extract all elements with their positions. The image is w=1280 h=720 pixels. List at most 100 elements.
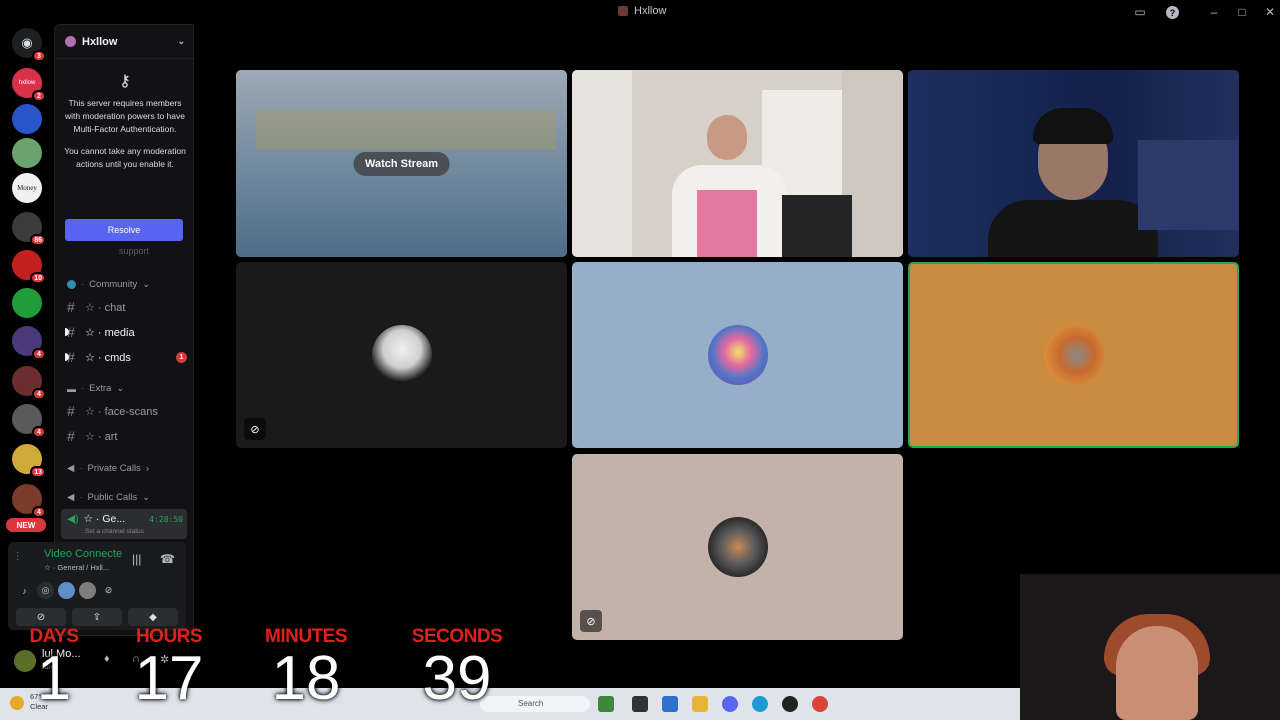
video-tile-1[interactable] [572, 70, 903, 257]
server-rail: ◉ 3 hxllow 2 Money 86 10 4 4 4 13 4 NEW [0, 24, 54, 544]
home-discord-icon[interactable]: ◉ 3 [12, 28, 46, 62]
store-icon[interactable] [662, 696, 678, 712]
channel-art[interactable]: # ☆ · art [67, 426, 191, 446]
voice-channel-general[interactable]: ◀) ☆ · Ge... 4:28:50 Set a channel statu… [61, 509, 187, 539]
task-view-icon[interactable] [632, 696, 648, 712]
category-extra[interactable]: ▬ · Extra ⌄ [67, 383, 124, 394]
server-folder-1[interactable]: 4 [12, 326, 46, 360]
category-private-calls[interactable]: ◀ · Private Calls › [67, 463, 149, 474]
server-boost-icon [65, 36, 76, 47]
camera-button[interactable]: ⊘ [16, 608, 66, 626]
server-name: Hxllow [82, 35, 118, 48]
bag [782, 195, 852, 257]
activity-icon[interactable]: ◎ [37, 582, 54, 599]
person-head [707, 115, 747, 160]
widget-icon[interactable] [598, 696, 614, 712]
channel-cmds[interactable]: # ☆ · cmds 1 [65, 347, 191, 367]
inbox-icon[interactable]: ▭ [1132, 4, 1148, 20]
server-folder-3[interactable]: 4 [12, 404, 46, 438]
discord-taskbar-icon[interactable] [722, 696, 738, 712]
avatar [1043, 325, 1104, 385]
server-icon-dark[interactable]: 86 [12, 212, 46, 246]
camera-off-icon: ⊘ [580, 610, 602, 632]
category-public-calls[interactable]: ◀ · Public Calls ⌄ [67, 492, 150, 503]
avatar [707, 325, 768, 385]
category-label: Private Calls [87, 463, 141, 474]
server-folder-4[interactable]: 13 [12, 444, 46, 478]
watch-stream-button[interactable]: Watch Stream [353, 151, 450, 176]
app-icon[interactable] [79, 582, 96, 599]
channel-name: ☆ · cmds [85, 351, 131, 364]
channel-status[interactable]: Set a channel status [85, 528, 144, 535]
activity-row: ♪ ◎ ⊘ [16, 582, 117, 599]
server-icon-green[interactable] [12, 288, 42, 318]
noise-suppression-icon[interactable]: ||| [132, 552, 141, 566]
server-badge: 10 [30, 272, 46, 284]
resolve-button[interactable]: Resolve [65, 219, 183, 241]
maximize-button[interactable]: □ [1234, 4, 1250, 20]
participant-tile-1[interactable]: ⊘ [236, 262, 567, 448]
camera-off-icon: ⊘ [244, 418, 266, 440]
category-community[interactable]: · Community ⌄ [67, 279, 150, 290]
channel-face-scans[interactable]: # ☆ · face-scans [67, 401, 191, 421]
channel-name: ☆ · media [85, 326, 135, 339]
hours-value: 17 [134, 644, 204, 713]
chrome-icon[interactable] [812, 696, 828, 712]
participant-tile-2[interactable] [572, 262, 903, 448]
stream-preview-detail [256, 110, 556, 150]
category-label: Public Calls [87, 492, 138, 503]
server-icon-blue[interactable] [12, 104, 42, 134]
server-icon-nature[interactable] [12, 138, 42, 168]
speaker-icon: ◀ [67, 492, 75, 503]
close-button[interactable]: ✕ [1262, 4, 1278, 20]
mfa-notice: ⚷ This server requires members with mode… [63, 65, 187, 245]
stream-tile[interactable]: Watch Stream [236, 70, 567, 257]
webcam-face [1116, 626, 1198, 720]
channel-partial[interactable]: support [67, 245, 191, 257]
server-badge: 4 [32, 348, 46, 360]
edge-icon[interactable] [752, 696, 768, 712]
new-badge[interactable]: NEW [6, 518, 46, 532]
countdown-overlay: DAYS 1 HOURS 17 MINUTES 18 SECONDS 39 [0, 626, 530, 720]
dot-icon: · [79, 492, 83, 503]
voice-status-subtitle[interactable]: ☆ · General / Hxll... [44, 563, 109, 572]
avatar [371, 325, 432, 385]
category-label: Community [89, 279, 138, 290]
countdown-days: DAYS 1 [24, 626, 84, 713]
minimize-button[interactable]: – [1206, 4, 1222, 20]
participant-tile-3[interactable]: ⊘ [572, 454, 903, 640]
server-icon-hxllow[interactable]: hxllow 2 [12, 68, 46, 102]
participant-tile-speaking[interactable] [908, 262, 1239, 448]
channel-chat[interactable]: # ☆ · chat [67, 297, 191, 317]
voice-channel-name: ☆ · Ge... [83, 513, 126, 525]
voice-connected-panel: ⫶ Video Connecte ☆ · General / Hxll... |… [8, 542, 186, 630]
app-taskbar-icon[interactable] [782, 696, 798, 712]
disconnect-icon[interactable]: ☎ [160, 552, 175, 566]
server-folder-5[interactable]: 4 [12, 484, 46, 518]
soundboard-icon[interactable]: ♪ [16, 582, 33, 599]
server-icon-money[interactable]: Money [12, 173, 42, 203]
file-explorer-icon[interactable] [692, 696, 708, 712]
server-header[interactable]: Hxllow ⌄ [55, 25, 195, 59]
hash-icon: # [67, 403, 75, 419]
server-folder-2[interactable]: 4 [12, 366, 46, 400]
dot-icon: · [81, 383, 85, 394]
voice-timer: 4:28:50 [149, 515, 183, 524]
days-value: 1 [36, 644, 72, 713]
mfa-text-2: You cannot take any moderation actions u… [64, 146, 186, 169]
more-icon[interactable]: ⊘ [100, 582, 117, 599]
signal-icon[interactable]: ⫶ [16, 550, 36, 570]
channel-media[interactable]: # ☆ · media [65, 322, 191, 342]
screenshare-button[interactable]: ⇪ [72, 608, 122, 626]
person-body [988, 200, 1158, 257]
avatar [707, 517, 768, 577]
app-icon[interactable] [58, 582, 75, 599]
help-icon[interactable]: ? [1166, 6, 1179, 19]
video-tile-2[interactable] [908, 70, 1239, 257]
channel-name: ☆ · face-scans [85, 405, 158, 418]
chevron-down-icon: ⌄ [116, 383, 125, 394]
server-icon-red[interactable]: 10 [12, 250, 46, 284]
chevron-down-icon[interactable]: ⌄ [177, 36, 185, 47]
speaker-icon: ◀) [67, 513, 79, 525]
activity-button[interactable]: ◆ [128, 608, 178, 626]
